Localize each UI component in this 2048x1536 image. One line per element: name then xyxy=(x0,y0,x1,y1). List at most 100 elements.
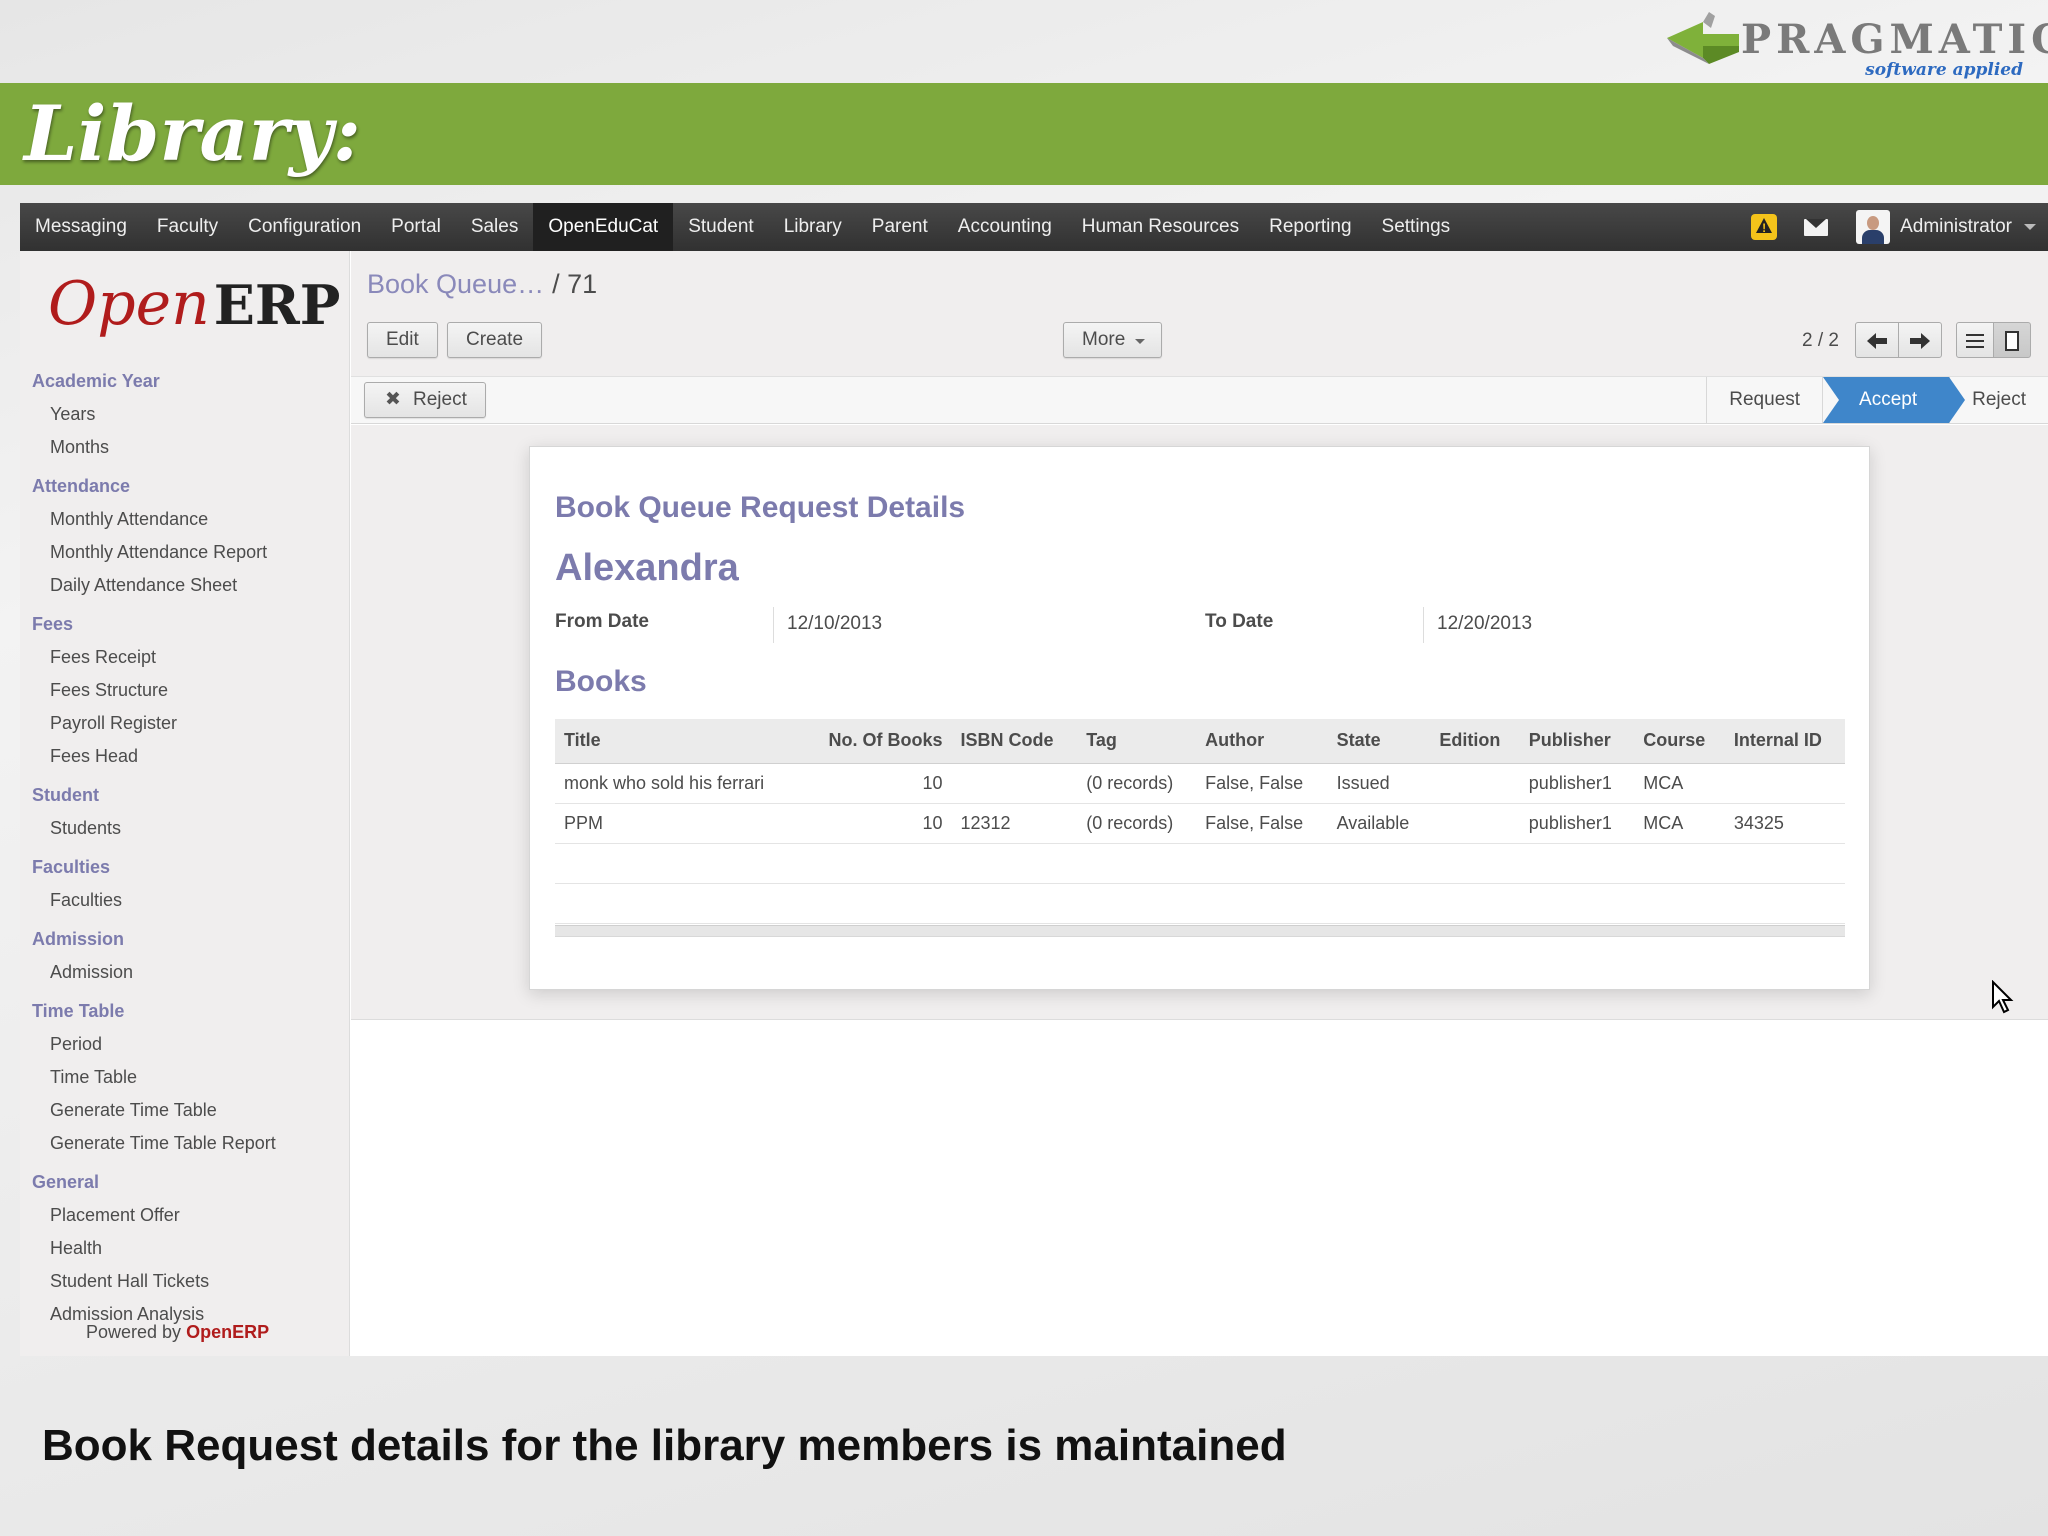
chevron-down-icon[interactable] xyxy=(2024,224,2036,230)
stage-request[interactable]: Request xyxy=(1706,377,1822,423)
sidebar-section-time-table: Time Table xyxy=(32,1001,125,1021)
warning-icon[interactable] xyxy=(1751,214,1778,240)
column-header-edition[interactable]: Edition xyxy=(1430,719,1520,764)
reject-button[interactable]: ✖ Reject xyxy=(364,382,486,418)
sidebar-item-generate-time-table-report[interactable]: Generate Time Table Report xyxy=(20,1127,350,1160)
column-header-author[interactable]: Author xyxy=(1196,719,1328,764)
column-header-course[interactable]: Course xyxy=(1634,719,1725,764)
table-cell: 10 xyxy=(801,803,952,844)
menu-item-configuration[interactable]: Configuration xyxy=(233,203,376,251)
sidebar-item-daily-attendance-sheet[interactable]: Daily Attendance Sheet xyxy=(20,569,350,602)
breadcrumb-parent[interactable]: Book Queue… xyxy=(367,269,544,299)
menu-item-parent[interactable]: Parent xyxy=(857,203,943,251)
breadcrumb: Book Queue… / 71 xyxy=(367,269,597,300)
menu-item-accounting[interactable]: Accounting xyxy=(943,203,1067,251)
table-row[interactable]: monk who sold his ferrari 10 (0 records) Fa… xyxy=(555,763,1845,804)
status-bar: ✖ Reject Request Accept Reject xyxy=(351,376,2048,424)
column-header-no-of-books[interactable]: No. Of Books xyxy=(801,719,952,764)
table-cell xyxy=(1430,803,1520,844)
sidebar-item-health[interactable]: Health xyxy=(20,1232,350,1265)
sidebar-item-students[interactable]: Students xyxy=(20,812,350,845)
table-cell: monk who sold his ferrari xyxy=(555,763,802,804)
sidebar-section-faculties: Faculties xyxy=(32,857,111,877)
edit-button[interactable]: Edit xyxy=(367,322,438,358)
top-menu-bar: Messaging Faculty Configuration Portal Sales… xyxy=(20,203,2048,251)
to-date-label: To Date xyxy=(1205,611,1274,632)
openerp-logo: OpenERP xyxy=(48,269,341,339)
title-band: Library: xyxy=(0,83,2048,185)
arrow-left-icon xyxy=(1867,333,1887,349)
sidebar-item-time-table[interactable]: Time Table xyxy=(20,1061,350,1094)
list-view-button[interactable] xyxy=(1956,322,1994,358)
column-header-title[interactable]: Title xyxy=(555,719,802,764)
column-header-internal-id[interactable]: Internal ID xyxy=(1724,719,1845,764)
table-cell: publisher1 xyxy=(1519,803,1635,844)
menu-item-openeducat[interactable]: OpenEduCat xyxy=(533,203,674,251)
menu-item-student[interactable]: Student xyxy=(673,203,769,251)
openerp-window: Messaging Faculty Configuration Portal Sales… xyxy=(20,203,2048,1356)
empty-cell xyxy=(555,843,1845,884)
column-header-state[interactable]: State xyxy=(1327,719,1431,764)
sidebar-item-faculties[interactable]: Faculties xyxy=(20,884,350,917)
form-view-button[interactable] xyxy=(1993,322,2031,358)
stage-accept[interactable]: Accept xyxy=(1822,377,1966,423)
menu-item-settings[interactable]: Settings xyxy=(1367,203,1466,251)
table-cell xyxy=(951,763,1078,804)
sidebar-item-fees-structure[interactable]: Fees Structure xyxy=(20,674,350,707)
table-cell: PPM xyxy=(555,803,802,844)
menu-item-portal[interactable]: Portal xyxy=(376,203,456,251)
menu-item-reporting[interactable]: Reporting xyxy=(1254,203,1366,251)
menu-item-library[interactable]: Library xyxy=(769,203,857,251)
table-footer xyxy=(555,925,1845,937)
breadcrumb-current: / 71 xyxy=(552,269,598,299)
sidebar-item-generate-time-table[interactable]: Generate Time Table xyxy=(20,1094,350,1127)
sidebar-item-months[interactable]: Months xyxy=(20,431,350,464)
user-menu[interactable]: Administrator xyxy=(1900,216,2012,238)
pragmatic-logo: PRAGMATIC software applied xyxy=(1663,8,2048,80)
sidebar-item-monthly-attendance-report[interactable]: Monthly Attendance Report xyxy=(20,536,350,569)
create-button[interactable]: Create xyxy=(447,322,543,358)
mail-icon[interactable] xyxy=(1804,218,1829,236)
sidebar-item-payroll-register[interactable]: Payroll Register xyxy=(20,707,350,740)
avatar[interactable] xyxy=(1856,210,1891,244)
menu-item-faculty[interactable]: Faculty xyxy=(142,203,233,251)
previous-record-button[interactable] xyxy=(1855,322,1899,358)
sidebar-item-admission[interactable]: Admission xyxy=(20,956,350,989)
openerp-link[interactable]: OpenERP xyxy=(186,1322,269,1342)
student-name[interactable]: Alexandra xyxy=(555,547,739,590)
menu-item-sales[interactable]: Sales xyxy=(456,203,534,251)
form-title: Book Queue Request Details xyxy=(555,491,966,524)
pragmatic-tagline: software applied xyxy=(1865,60,2023,80)
from-date-field[interactable]: 12/10/2013 xyxy=(773,607,882,643)
from-date-label: From Date xyxy=(555,611,649,632)
to-date-field[interactable]: 12/20/2013 xyxy=(1423,607,1532,643)
column-header-isbn-code[interactable]: ISBN Code xyxy=(951,719,1078,764)
more-dropdown[interactable]: More xyxy=(1063,322,1163,358)
sidebar-item-years[interactable]: Years xyxy=(20,398,350,431)
top-right-tools: Administrator xyxy=(1751,203,2048,251)
sidebar-item-student-hall-tickets[interactable]: Student Hall Tickets xyxy=(20,1265,350,1298)
table-cell: MCA xyxy=(1634,763,1725,804)
table-row[interactable]: PPM 10 12312 (0 records) False, False Availab… xyxy=(555,803,1845,844)
pager-counter: 2 / 2 xyxy=(1802,330,1839,351)
sidebar-item-monthly-attendance[interactable]: Monthly Attendance xyxy=(20,503,350,536)
column-header-publisher[interactable]: Publisher xyxy=(1519,719,1635,764)
sidebar-item-placement-offer[interactable]: Placement Offer xyxy=(20,1199,350,1232)
pragmatic-logo-mark-icon xyxy=(1667,12,1739,64)
close-icon: ✖ xyxy=(385,389,401,410)
column-header-tag[interactable]: Tag xyxy=(1077,719,1197,764)
next-record-button[interactable] xyxy=(1898,322,1942,358)
sidebar-section-student: Student xyxy=(32,785,99,805)
pragmatic-wordmark: PRAGMATIC xyxy=(1741,16,2048,63)
menu-item-human-resources[interactable]: Human Resources xyxy=(1067,203,1254,251)
stage-tracker: Request Accept Reject xyxy=(1706,377,2048,423)
sidebar-item-fees-receipt[interactable]: Fees Receipt xyxy=(20,641,350,674)
table-cell: False, False xyxy=(1196,803,1328,844)
sidebar-item-period[interactable]: Period xyxy=(20,1028,350,1061)
menu-item-messaging[interactable]: Messaging xyxy=(20,203,142,251)
view-header: Book Queue… / 71 Edit Create More 2 / 2 xyxy=(351,251,2048,376)
powered-by: Powered by OpenERP xyxy=(86,1322,270,1342)
sidebar-item-fees-head[interactable]: Fees Head xyxy=(20,740,350,773)
table-cell xyxy=(1724,763,1845,804)
list-view-icon xyxy=(1966,334,1984,348)
